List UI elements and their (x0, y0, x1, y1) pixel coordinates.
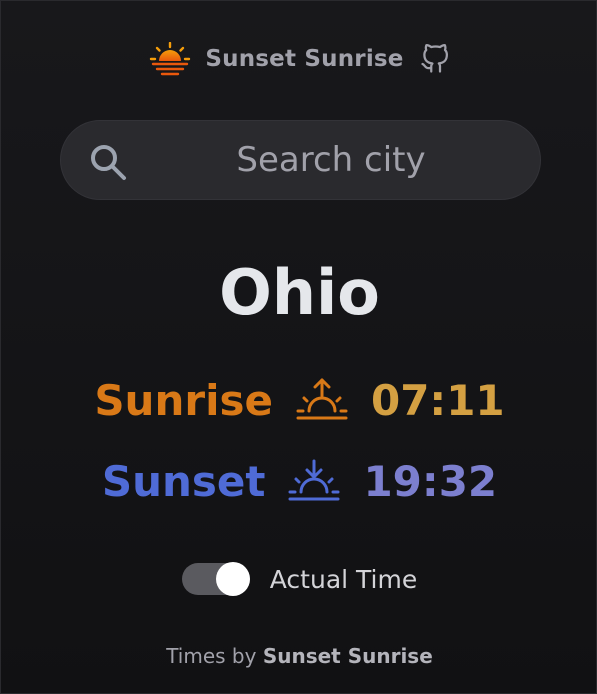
search-bar[interactable] (60, 120, 541, 200)
github-icon[interactable] (420, 44, 450, 74)
sunrise-icon (296, 378, 348, 420)
actual-time-toggle-row: Actual Time (1, 559, 597, 599)
sun-horizon-icon (150, 42, 191, 76)
footer-source-link[interactable]: Sunset Sunrise (263, 644, 433, 668)
sunset-time: 19:32 (363, 457, 498, 506)
sunset-row: Sunset 19:32 (1, 454, 597, 510)
actual-time-label: Actual Time (269, 564, 418, 594)
toggle-knob[interactable] (215, 562, 250, 596)
footer-prefix: Times by (166, 644, 257, 668)
app-frame: Sunset Sunrise Ohio Sunrise 07:11 Sunset (0, 0, 597, 694)
sunrise-row: Sunrise 07:11 (1, 373, 597, 429)
sunrise-label: Sunrise (94, 376, 273, 425)
search-icon[interactable] (87, 141, 129, 183)
header: Sunset Sunrise (1, 39, 597, 79)
sunrise-time: 07:11 (370, 376, 505, 425)
brand-name: Sunset Sunrise (205, 46, 404, 72)
footer-credit: Times by Sunset Sunrise (1, 641, 597, 671)
sunset-icon (288, 459, 340, 501)
city-name: Ohio (219, 256, 380, 329)
search-input[interactable] (141, 121, 521, 199)
sunset-label: Sunset (101, 457, 266, 506)
actual-time-toggle[interactable] (181, 562, 250, 596)
